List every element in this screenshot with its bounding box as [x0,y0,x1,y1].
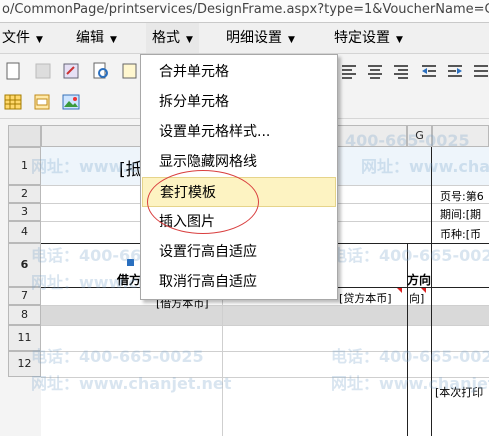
menu-cell-style[interactable]: 设置单元格样式... [142,117,336,147]
cell-marker-icon [421,288,426,293]
menu-specific-settings-label: 特定设置 [334,30,390,46]
print-preview-icon[interactable] [92,62,110,80]
menu-toggle-gridlines[interactable]: 显示隐藏网格线 [142,147,336,177]
row-header-8[interactable]: 8 [8,305,41,325]
address-url[interactable]: o/CommonPage/printservices/DesignFrame.a… [0,2,489,17]
row-header-4[interactable]: 4 [8,221,41,243]
grid-corner[interactable] [8,125,41,147]
caret-down-icon: ▼ [36,35,43,45]
page-settings-icon[interactable] [121,62,139,80]
cell-page-no: 页号:第6 [440,190,484,203]
menu-split-cells[interactable]: 拆分单元格 [142,87,336,117]
cell-marker-icon [397,288,402,293]
indent-right-icon[interactable] [446,62,464,80]
row-header-label: 11 [17,331,32,344]
row-header-label: 7 [21,289,28,302]
indent-left-icon[interactable] [420,62,438,80]
caret-down-icon: ▼ [186,35,193,45]
menu-edit-label: 编辑 [76,30,104,46]
row-header-label: 6 [20,258,29,271]
row-header-label: 1 [21,159,28,172]
watermark-url: 网址：www.chanjet.net [361,157,489,176]
menu-file-label: 文件 [2,30,30,46]
row-header-label: 4 [21,225,28,238]
menu-format[interactable]: 格式 ▼ [146,23,199,53]
insert-image-icon[interactable] [62,93,80,111]
row-header-label: 2 [21,187,28,200]
new-document-icon[interactable] [4,62,22,80]
annotation-circle [147,170,259,234]
menu-edit[interactable]: 编辑 ▼ [76,23,117,53]
save-disabled-icon[interactable] [34,62,52,80]
watermark-phone: 电话：400-665-0025 [331,347,489,366]
watermark-phone: 电话：400-665-0025 [31,347,204,366]
align-left-icon[interactable] [340,62,358,80]
align-center-icon[interactable] [366,62,384,80]
menu-detail-settings[interactable]: 明细设置 ▼ [226,23,295,53]
cell-direction-header: 方向 [407,273,432,287]
table-grid-icon[interactable] [4,93,22,111]
row-header-label: 3 [21,205,28,218]
address-bar[interactable]: o/CommonPage/printservices/DesignFrame.a… [0,0,489,23]
print-setup-icon[interactable] [62,62,80,80]
menu-specific-settings[interactable]: 特定设置 ▼ [334,23,403,53]
gridline [41,325,489,326]
cell-credit-local: [贷方本币] [339,292,392,305]
row-header-3[interactable]: 3 [8,203,41,221]
menu-format-label: 格式 [152,30,180,46]
align-right-icon[interactable] [392,62,410,80]
caret-down-icon: ▼ [288,35,295,45]
row-8-band [41,306,489,325]
outdent-icon[interactable] [472,62,489,80]
insert-row-icon[interactable] [33,93,51,111]
cell-period: 期间:[期 [440,208,481,221]
menu-auto-row-height[interactable]: 设置行高自适应 [142,237,336,267]
menu-merge-cells[interactable]: 合并单元格 [142,57,336,87]
menu-file[interactable]: 文件 ▼ [2,23,43,53]
row-header-label: 12 [17,357,32,370]
menu-cancel-auto-row-height[interactable]: 取消行高自适应 [142,267,336,297]
menubar: 文件 ▼ 编辑 ▼ 格式 ▼ 明细设置 ▼ 特定设置 ▼ [0,23,489,54]
watermark-url: 网址：www.chanjet.net [31,374,232,393]
cell-currency: 币种:[币 [440,228,481,241]
watermark-phone: 电话：400-665-0025 [331,246,489,265]
row-header-2[interactable]: 2 [8,185,41,203]
row-header-label: 8 [21,308,28,321]
watermark-url: 网址：www.chanjet.net [331,374,489,393]
caret-down-icon: ▼ [110,35,117,45]
caret-down-icon: ▼ [396,35,403,45]
menu-detail-settings-label: 明细设置 [226,30,282,46]
